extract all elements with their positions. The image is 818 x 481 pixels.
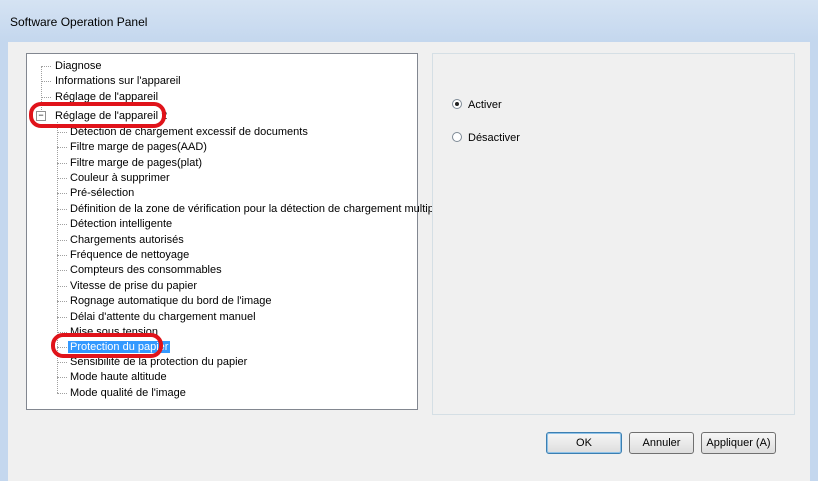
tree-connector: [57, 377, 67, 378]
tree-connector: [57, 286, 67, 287]
tree-connector: [57, 362, 67, 363]
tree-item-label: Détection intelligente: [70, 218, 173, 230]
tree-connector: [41, 66, 42, 116]
tree-item-intelligent-detection[interactable]: Détection intelligente: [68, 217, 174, 231]
tree-connector: [57, 301, 67, 302]
tree-item-device-settings-2[interactable]: Réglage de l'appareil 2: [53, 109, 169, 123]
tree-item-pre-pick[interactable]: Pré-sélection: [68, 186, 136, 200]
tree-connector: [57, 224, 67, 225]
window-frame-left: [0, 42, 8, 481]
radio-activer-label: Activer: [468, 99, 502, 111]
tree-connector: [41, 66, 51, 67]
tree-item-label: Mise sous tension: [70, 326, 159, 338]
tree-item-dropout-color[interactable]: Couleur à supprimer: [68, 171, 172, 185]
tree-item-label: Délai d'attente du chargement manuel: [70, 311, 256, 323]
radio-desactiver-label: Désactiver: [468, 132, 520, 144]
tree-item-device-info[interactable]: Informations sur l'appareil: [53, 74, 183, 88]
settings-tree[interactable]: Diagnose Informations sur l'appareil Rég…: [26, 53, 442, 410]
tree-connector: [57, 332, 67, 333]
tree-item-label: Sensibilité de la protection du papier: [70, 356, 248, 368]
tree-item-allowed-feeds[interactable]: Chargements autorisés: [68, 233, 186, 247]
tree-item-high-altitude[interactable]: Mode haute altitude: [68, 370, 169, 384]
tree-item-multifeed-area[interactable]: Définition de la zone de vérification po…: [68, 202, 444, 216]
window-frame-right: [810, 42, 818, 481]
tree-item-paper-protection-sensitivity[interactable]: Sensibilité de la protection du papier: [68, 355, 249, 369]
tree-item-label: Réglage de l'appareil 2: [55, 110, 168, 122]
tree-item-margin-filter-adf[interactable]: Filtre marge de pages(AAD): [68, 140, 209, 154]
tree-item-label: Mode qualité de l'image: [70, 387, 186, 399]
cancel-button[interactable]: Annuler: [629, 432, 694, 454]
collapse-toggle-icon[interactable]: −: [36, 111, 46, 121]
tree-connector: [57, 193, 67, 194]
tree-connector: [57, 209, 67, 210]
tree-item-label: Mode haute altitude: [70, 371, 167, 383]
tree-connector: [57, 317, 67, 318]
tree-item-label: Vitesse de prise du papier: [70, 280, 197, 292]
tree-item-device-settings[interactable]: Réglage de l'appareil: [53, 90, 160, 104]
tree-item-paper-protection[interactable]: Protection du papier: [68, 340, 171, 354]
tree-connector: [57, 163, 67, 164]
radio-activer[interactable]: [452, 99, 462, 109]
tree-item-label: Filtre marge de pages(AAD): [70, 141, 207, 153]
tree-connector: [41, 81, 51, 82]
tree-connector: [57, 147, 67, 148]
apply-button[interactable]: Appliquer (A): [701, 432, 776, 454]
tree-item-power-on[interactable]: Mise sous tension: [68, 325, 160, 339]
tree-item-manual-feed-timeout[interactable]: Délai d'attente du chargement manuel: [68, 310, 258, 324]
tree-item-image-quality[interactable]: Mode qualité de l'image: [68, 386, 188, 400]
tree-item-label: Fréquence de nettoyage: [70, 249, 190, 261]
tree-item-label: Rognage automatique du bord de l'image: [70, 295, 272, 307]
tree-connector: [57, 393, 67, 394]
tree-connector: [57, 270, 67, 271]
tree-connector: [41, 97, 51, 98]
tree-item-label: Protection du papier: [68, 341, 171, 353]
tree-connector: [57, 178, 67, 179]
tree-item-auto-crop[interactable]: Rognage automatique du bord de l'image: [68, 294, 273, 308]
tree-item-overload-detection[interactable]: Détection de chargement excessif de docu…: [68, 125, 310, 139]
tree-item-label: Diagnose: [55, 60, 102, 72]
tree-item-pick-speed[interactable]: Vitesse de prise du papier: [68, 279, 199, 293]
window-title: Software Operation Panel: [10, 15, 148, 29]
tree-item-label: Informations sur l'appareil: [55, 75, 181, 87]
radio-desactiver[interactable]: [452, 132, 462, 142]
tree-connector: [57, 255, 67, 256]
title-bar: Software Operation Panel: [0, 0, 818, 42]
tree-connector: [57, 132, 67, 133]
tree-item-consumable-counters[interactable]: Compteurs des consommables: [68, 263, 224, 277]
tree-item-label: Pré-sélection: [70, 187, 135, 199]
tree-connector: [57, 347, 67, 348]
tree-item-diagnose[interactable]: Diagnose: [53, 59, 103, 73]
tree-connector: [57, 240, 67, 241]
tree-item-margin-filter-flatbed[interactable]: Filtre marge de pages(plat): [68, 156, 204, 170]
tree-item-label: Définition de la zone de vérification po…: [70, 203, 443, 215]
tree-item-label: Détection de chargement excessif de docu…: [70, 126, 308, 138]
tree-item-label: Filtre marge de pages(plat): [70, 157, 203, 169]
tree-item-label: Couleur à supprimer: [70, 172, 170, 184]
tree-item-label: Réglage de l'appareil: [55, 91, 159, 103]
tree-item-cleaning-frequency[interactable]: Fréquence de nettoyage: [68, 248, 191, 262]
ok-button[interactable]: OK: [546, 432, 622, 454]
tree-item-label: Chargements autorisés: [70, 234, 184, 246]
tree-item-label: Compteurs des consommables: [70, 264, 222, 276]
